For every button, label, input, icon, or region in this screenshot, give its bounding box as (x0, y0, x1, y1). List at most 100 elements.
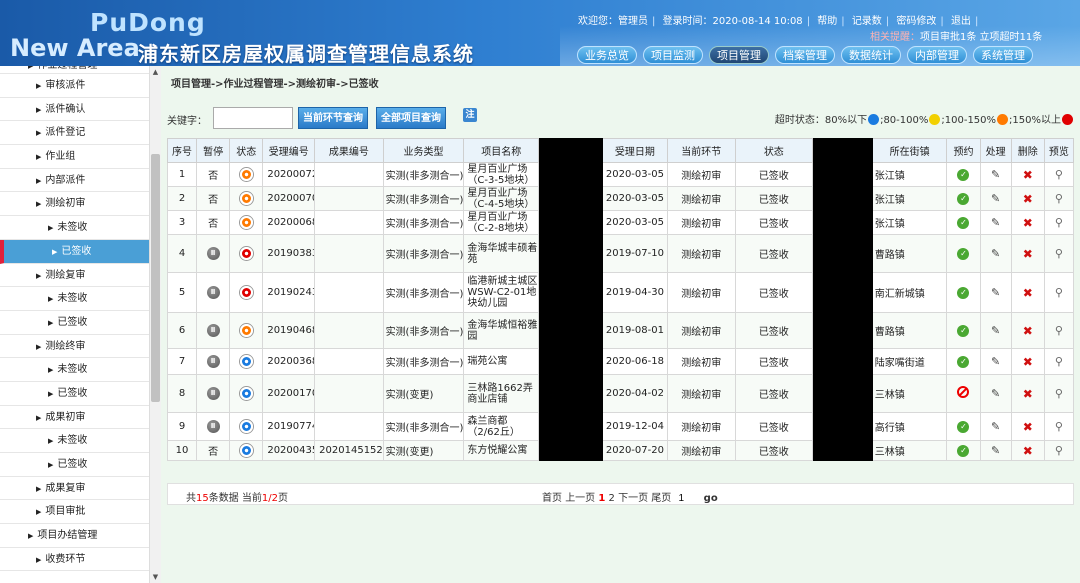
search-icon[interactable]: ⚲ (1055, 216, 1063, 229)
forbidden-icon[interactable] (957, 386, 970, 398)
pause-icon[interactable]: Ⅱ (206, 286, 220, 299)
sidebar-item-8[interactable]: ▶ 未签收 (0, 216, 149, 240)
search-icon[interactable]: ⚲ (1055, 324, 1063, 337)
sidebar-scrollbar[interactable]: ▲ ▼ (150, 66, 161, 583)
pause-icon[interactable]: Ⅱ (206, 324, 220, 337)
scroll-down-icon[interactable]: ▼ (150, 573, 161, 581)
table-row[interactable]: 9 Ⅱ 20190774 实测(非多测合一) 森兰商都（2/62丘） 2019-12-04… (166, 412, 1075, 441)
note-button[interactable]: 注 (463, 108, 477, 122)
pause-icon[interactable]: Ⅱ (206, 420, 220, 433)
table-row[interactable]: 8 Ⅱ 20200170 实测(变更) 三林路1662弄商业店铺 2020-04-02 测绘… (166, 374, 1075, 413)
edit-icon[interactable]: ✎ (991, 420, 1000, 433)
edit-icon[interactable]: ✎ (991, 324, 1000, 337)
search-icon[interactable]: ⚲ (1055, 168, 1063, 181)
sidebar-item-21[interactable]: ▶ 项目办结管理 (0, 524, 149, 548)
search-icon[interactable]: ⚲ (1055, 444, 1063, 457)
scroll-up-icon[interactable]: ▲ (150, 68, 161, 76)
check-icon[interactable]: ✓ (957, 420, 970, 433)
record-count-link[interactable]: 记录数 (852, 16, 882, 27)
sidebar-item-12[interactable]: ▶ 已签收 (0, 311, 149, 335)
go-button[interactable]: go (704, 493, 718, 504)
sidebar-item-14[interactable]: ▶ 未签收 (0, 358, 149, 382)
edit-icon[interactable]: ✎ (991, 168, 1000, 181)
search-icon[interactable]: ⚲ (1055, 192, 1063, 205)
sidebar-item-4[interactable]: ▶ 派件登记 (0, 121, 149, 146)
nav-tab-1[interactable]: 业务总览 (577, 46, 637, 64)
next-page-link[interactable]: 下一页 (618, 493, 648, 504)
edit-icon[interactable]: ✎ (991, 286, 1000, 299)
search-icon[interactable]: ⚲ (1055, 355, 1063, 368)
table-row[interactable]: 5 Ⅱ 20190243 实测(非多测合一) 临港新城主城区WSW-C2-01地块幼儿园… (166, 272, 1075, 313)
nav-tab-6[interactable]: 内部管理 (907, 46, 967, 64)
search-icon[interactable]: ⚲ (1055, 286, 1063, 299)
alert-value[interactable]: 项目审批1条 立项超时11条 (920, 32, 1042, 43)
edit-icon[interactable]: ✎ (991, 216, 1000, 229)
page-link-2[interactable]: 2 (609, 493, 615, 504)
edit-icon[interactable]: ✎ (991, 444, 1000, 457)
edit-icon[interactable]: ✎ (991, 192, 1000, 205)
sidebar-item-17[interactable]: ▶ 未签收 (0, 429, 149, 453)
current-node-search-button[interactable]: 当前环节查询 (298, 107, 368, 129)
search-icon[interactable]: ⚲ (1055, 247, 1063, 260)
table-row[interactable]: 2 否 20200070 实测(非多测合一) 星月百业广场（C-4-5地块） 2020-0… (166, 186, 1075, 211)
check-icon[interactable]: ✓ (957, 247, 970, 260)
sidebar-item-2[interactable]: ▶ 审核派件 (0, 74, 149, 98)
search-icon[interactable]: ⚲ (1055, 420, 1063, 433)
nav-tab-7[interactable]: 系统管理 (973, 46, 1033, 64)
change-password-link[interactable]: 密码修改 (896, 16, 936, 27)
help-link[interactable]: 帮助 (817, 16, 837, 27)
check-icon[interactable]: ✓ (957, 286, 970, 299)
edit-icon[interactable]: ✎ (991, 355, 1000, 368)
sidebar-item-20[interactable]: ▶ 项目审批 (0, 500, 149, 525)
delete-icon[interactable]: ✖ (1023, 247, 1033, 261)
check-icon[interactable]: ✓ (957, 324, 970, 337)
sidebar-item-1[interactable]: ▶作业过程管理 (0, 66, 149, 74)
sidebar-item-22[interactable]: ▶ 收费环节 (0, 548, 149, 572)
prev-page-link[interactable]: 上一页 (565, 493, 595, 504)
sidebar-item-18[interactable]: ▶ 已签收 (0, 453, 149, 477)
table-row[interactable]: 1 否 20200072 实测(非多测合一) 星月百业广场（C-3-5地块） 2020-0… (166, 162, 1075, 187)
edit-icon[interactable]: ✎ (991, 247, 1000, 260)
check-icon[interactable]: ✓ (957, 192, 970, 205)
pause-icon[interactable]: Ⅱ (206, 387, 220, 400)
sidebar-item-11[interactable]: ▶ 未签收 (0, 287, 149, 311)
table-row[interactable]: 7 Ⅱ 20200368 实测(非多测合一) 瑞苑公寓 2020-06-18 测绘初审 已签收… (166, 348, 1075, 375)
delete-icon[interactable]: ✖ (1023, 387, 1033, 401)
nav-tab-3[interactable]: 项目管理 (709, 46, 769, 64)
delete-icon[interactable]: ✖ (1023, 444, 1033, 458)
check-icon[interactable]: ✓ (957, 216, 970, 229)
pause-icon[interactable]: Ⅱ (206, 247, 220, 260)
delete-icon[interactable]: ✖ (1023, 420, 1033, 434)
sidebar-item-7[interactable]: ▶ 测绘初审 (0, 192, 149, 217)
table-row[interactable]: 6 Ⅱ 20190468 实测(非多测合一) 金海华城恒裕雅园 2019-08-01 测绘初… (166, 312, 1075, 349)
table-row[interactable]: 4 Ⅱ 20190383 实测(非多测合一) 金海华城丰硕着苑 2019-07-10 测绘初… (166, 234, 1075, 273)
delete-icon[interactable]: ✖ (1023, 168, 1033, 182)
sidebar-item-19[interactable]: ▶ 成果复审 (0, 477, 149, 501)
sidebar-item-16[interactable]: ▶ 成果初审 (0, 406, 149, 430)
check-icon[interactable]: ✓ (957, 444, 970, 457)
last-page-link[interactable]: 尾页 (651, 493, 671, 504)
check-icon[interactable]: ✓ (957, 355, 970, 368)
sidebar-item-13[interactable]: ▶ 测绘终审 (0, 335, 149, 359)
nav-tab-5[interactable]: 数据统计 (841, 46, 901, 64)
sidebar-item-6[interactable]: ▶ 内部派件 (0, 169, 149, 193)
sidebar-item-10[interactable]: ▶ 测绘复审 (0, 264, 149, 288)
table-row[interactable]: 3 否 20200068 实测(非多测合一) 星月百业广场（C-2-8地块） 2020-0… (166, 210, 1075, 235)
scroll-thumb[interactable] (151, 154, 160, 402)
page-jump-input[interactable] (678, 492, 701, 505)
table-row[interactable]: 10否 20200435202014515299实测(变更)东方悦耀公寓 2020-… (166, 440, 1075, 461)
check-icon[interactable]: ✓ (957, 168, 970, 181)
edit-icon[interactable]: ✎ (991, 387, 1000, 400)
delete-icon[interactable]: ✖ (1023, 355, 1033, 369)
pause-icon[interactable]: Ⅱ (206, 355, 220, 368)
first-page-link[interactable]: 首页 (542, 493, 562, 504)
nav-tab-4[interactable]: 档案管理 (775, 46, 835, 64)
all-projects-search-button[interactable]: 全部项目查询 (376, 107, 446, 129)
delete-icon[interactable]: ✖ (1023, 216, 1033, 230)
delete-icon[interactable]: ✖ (1023, 192, 1033, 206)
sidebar-item-3[interactable]: ▶ 派件确认 (0, 98, 149, 122)
logout-link[interactable]: 退出 (951, 16, 971, 27)
sidebar-item-15[interactable]: ▶ 已签收 (0, 382, 149, 406)
keyword-input[interactable] (213, 107, 293, 129)
delete-icon[interactable]: ✖ (1023, 286, 1033, 300)
